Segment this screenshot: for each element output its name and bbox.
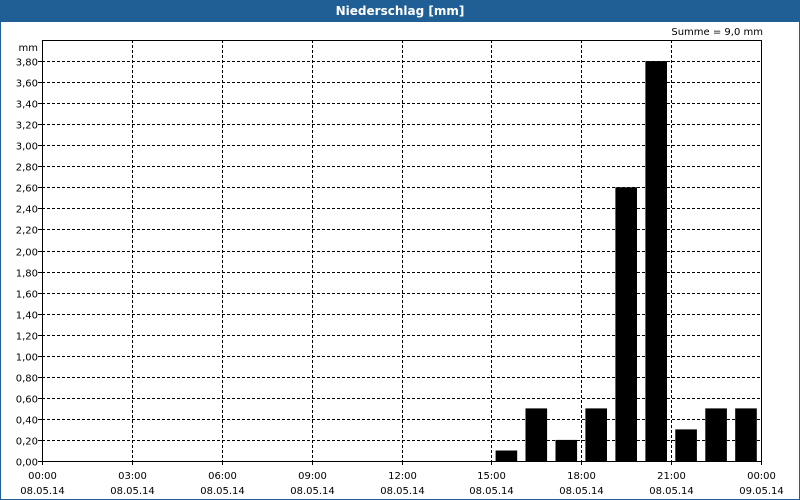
x-tick-date: 08.05.14: [200, 486, 245, 497]
x-tick-date: 08.05.14: [649, 486, 694, 497]
y-tick-label: 0,80: [16, 374, 38, 385]
x-tick-date: 08.05.14: [469, 486, 514, 497]
y-tick-label: 0,60: [16, 395, 38, 406]
y-tick-label: 3,80: [16, 58, 38, 69]
x-tick-date: 09.05.14: [739, 486, 784, 497]
y-tick-label: 1,20: [16, 332, 38, 343]
y-tick-label: 2,40: [16, 205, 38, 216]
precipitation-bar: [675, 429, 697, 461]
precipitation-bar: [705, 408, 727, 461]
chart-window: Niederschlag [mm] Summe = 9,0 mm 0,00 0,2…: [0, 0, 800, 500]
x-tick-time: 09:00: [298, 471, 327, 482]
y-tick-label: 2,00: [16, 248, 38, 259]
precipitation-bar: [735, 408, 757, 461]
x-tick-date: 08.05.14: [559, 486, 604, 497]
y-tick-label: 3,20: [16, 121, 38, 132]
y-tick-label: 3,40: [16, 100, 38, 111]
y-tick-label: 2,80: [16, 163, 38, 174]
precipitation-bar: [555, 439, 578, 461]
x-tick-time: 12:00: [388, 471, 417, 482]
y-tick-label: 1,60: [16, 290, 38, 301]
precipitation-bar: [585, 408, 607, 461]
y-axis-label: mm: [19, 43, 38, 54]
precipitation-bar: [645, 61, 667, 461]
y-tick-label: 0,20: [16, 437, 38, 448]
precipitation-bar: [615, 187, 637, 462]
x-tick-time: 03:00: [118, 471, 147, 482]
y-tick-label: 2,20: [16, 226, 38, 237]
y-tick-label: 1,80: [16, 269, 38, 280]
x-tick-time: 06:00: [208, 471, 237, 482]
y-tick-label: 1,00: [16, 353, 38, 364]
x-tick-time: 00:00: [28, 471, 57, 482]
precipitation-bar: [495, 450, 518, 461]
x-tick-date: 08.05.14: [20, 486, 65, 497]
y-tick-label: 3,00: [16, 142, 38, 153]
x-tick-date: 08.05.14: [110, 486, 155, 497]
x-tick-time: 18:00: [567, 471, 596, 482]
x-tick-time: 21:00: [657, 471, 686, 482]
precipitation-bar: [525, 408, 548, 461]
x-tick-time: 00:00: [747, 471, 776, 482]
y-tick-label: 0,00: [16, 458, 38, 469]
y-tick-label: 2,60: [16, 184, 38, 195]
y-tick-label: 0,40: [16, 416, 38, 427]
precipitation-chart: 0,00 0,20 0,40 0,60 0,80 1,00 1,20 1,40 1,60 1,80…: [16, 40, 784, 497]
x-tick-date: 08.05.14: [380, 486, 425, 497]
x-tick-time: 15:00: [477, 471, 506, 482]
y-tick-label: 1,40: [16, 311, 38, 322]
y-tick-label: 3,60: [16, 79, 38, 90]
x-tick-date: 08.05.14: [290, 486, 335, 497]
